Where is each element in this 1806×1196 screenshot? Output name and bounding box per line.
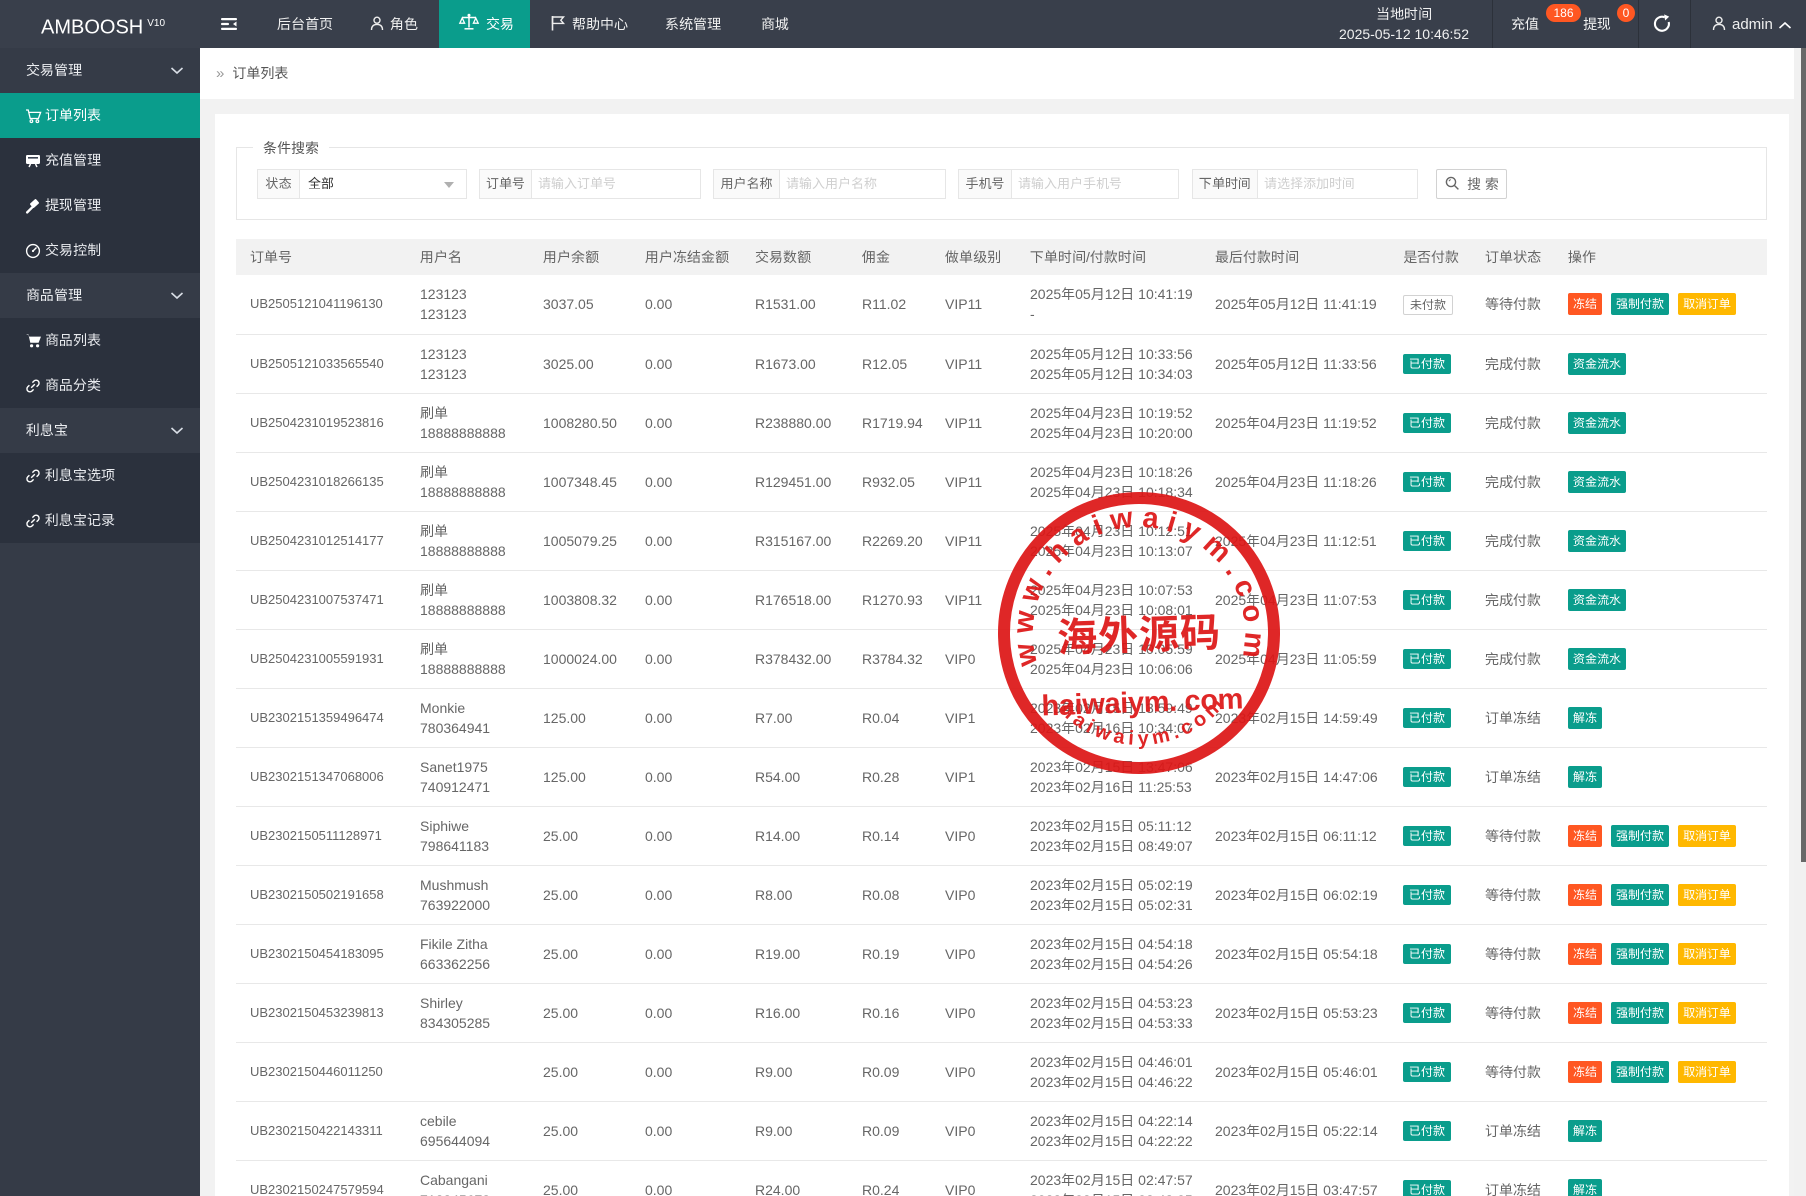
svg-text:海外源码: 海外源码 <box>1056 600 1222 664</box>
